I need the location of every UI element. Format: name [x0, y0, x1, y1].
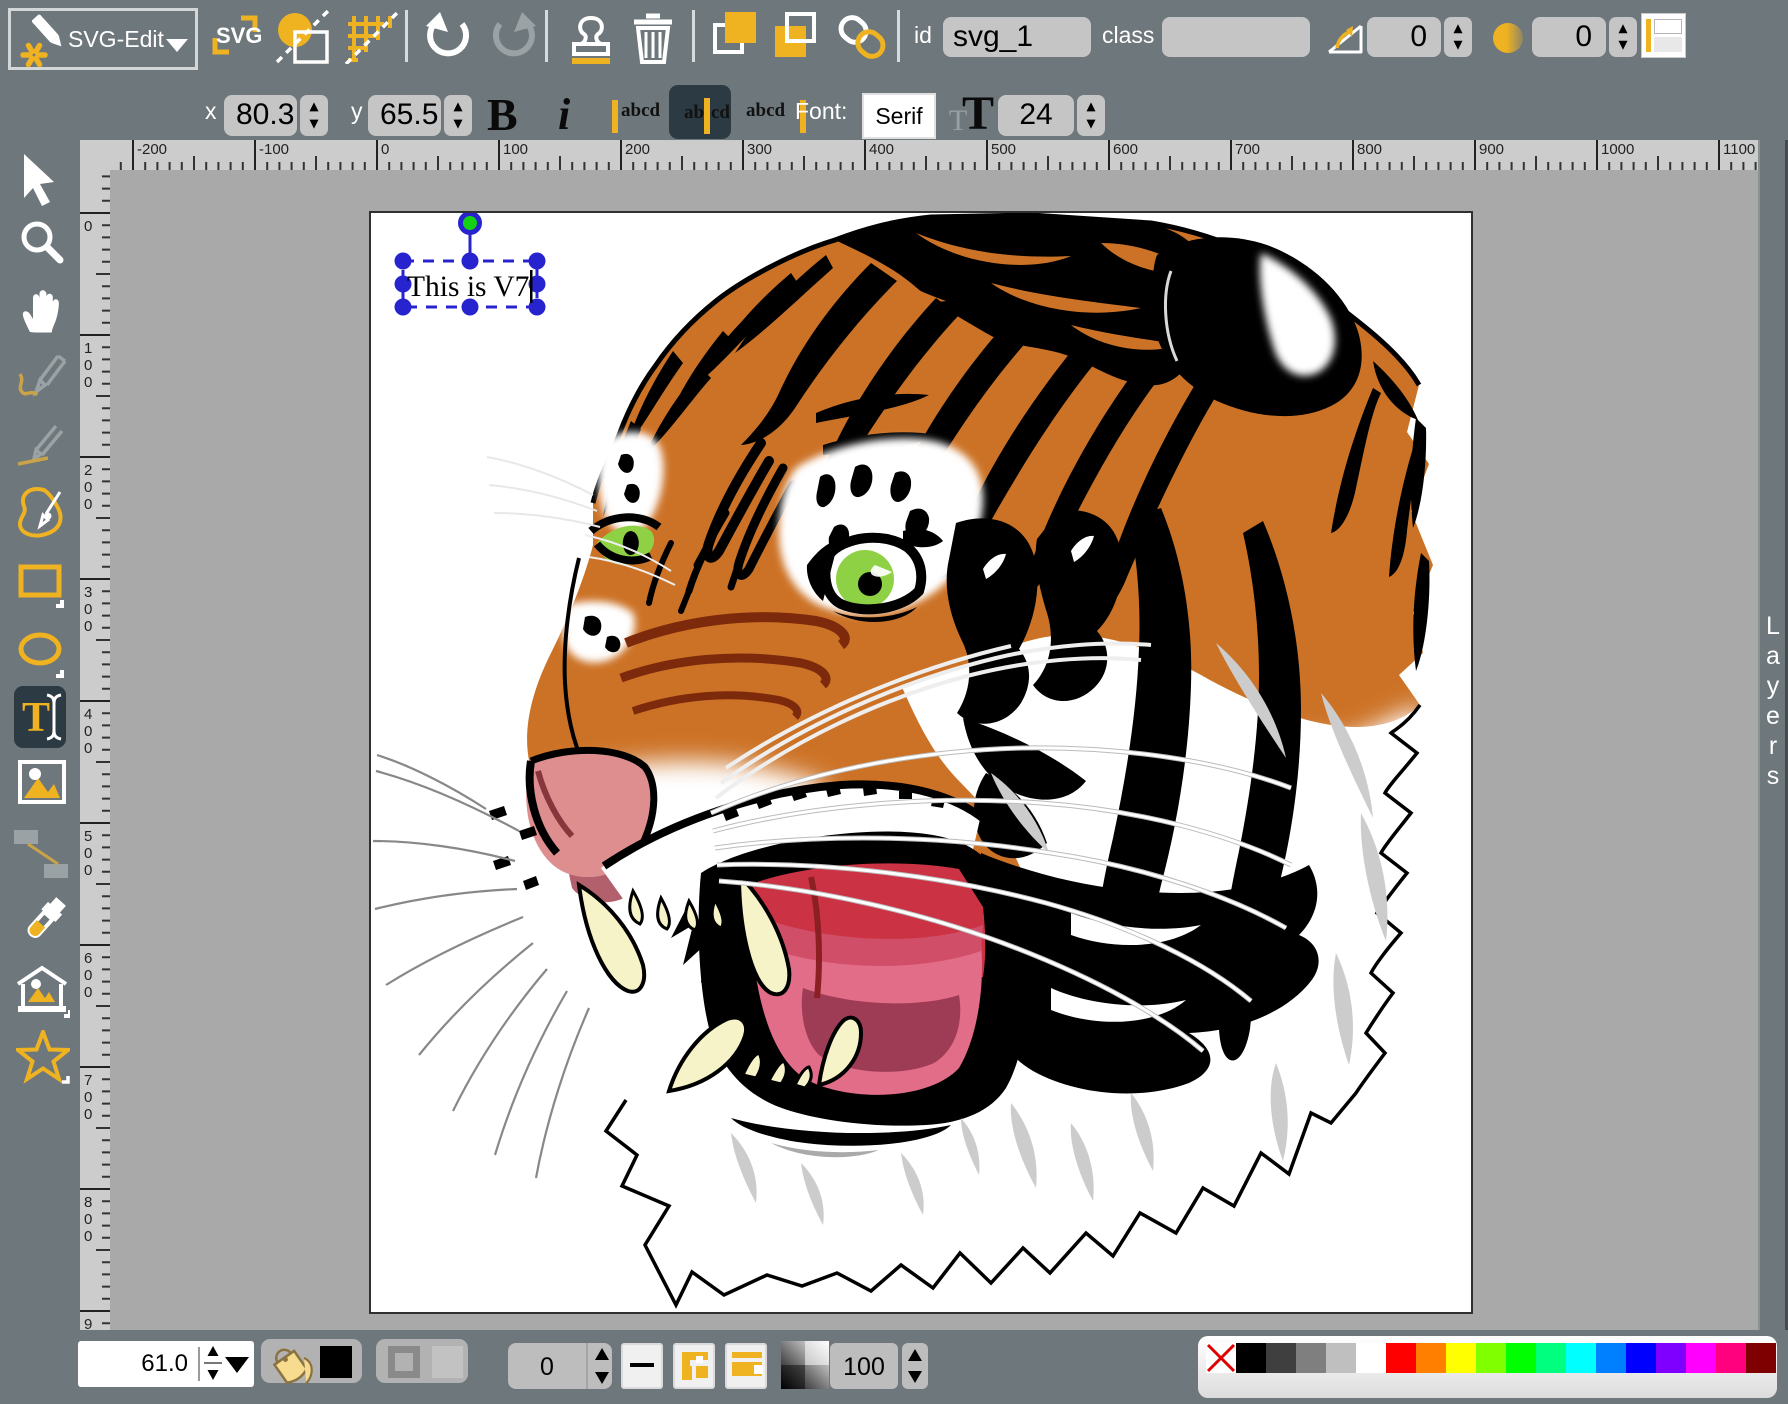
- svg-text:0: 0: [84, 357, 92, 374]
- svg-text:0: 0: [84, 1089, 92, 1106]
- svg-text:-200: -200: [137, 141, 167, 158]
- svg-text:0: 0: [84, 1211, 92, 1228]
- svg-text:700: 700: [1235, 141, 1260, 158]
- svg-text:0: 0: [84, 740, 92, 757]
- svg-text:0: 0: [84, 618, 92, 635]
- svg-text:7: 7: [84, 1072, 92, 1089]
- svg-text:This is V7: This is V7: [407, 271, 529, 303]
- svg-text:SVG: SVG: [216, 23, 261, 48]
- svg-text:SVG-Edit: SVG-Edit: [68, 26, 164, 52]
- svg-text:900: 900: [1479, 141, 1504, 158]
- svg-text:1000: 1000: [1601, 141, 1634, 158]
- svg-text:2: 2: [84, 462, 92, 479]
- svg-text:4: 4: [84, 706, 92, 723]
- svg-text:1100: 1100: [1723, 141, 1755, 158]
- svg-text:0: 0: [84, 374, 92, 391]
- svg-text:0: 0: [84, 984, 92, 1001]
- svg-text:400: 400: [869, 141, 894, 158]
- svg-text:0: 0: [84, 479, 92, 496]
- svg-text:600: 600: [1113, 141, 1138, 158]
- svg-text:1: 1: [84, 340, 92, 357]
- svg-text:3: 3: [84, 584, 92, 601]
- svg-text:0: 0: [84, 1228, 92, 1245]
- svg-text:0: 0: [84, 1106, 92, 1123]
- svg-text:9: 9: [84, 1316, 92, 1330]
- svg-text:200: 200: [625, 141, 650, 158]
- svg-text:0: 0: [84, 218, 92, 235]
- svg-text:8: 8: [84, 1194, 92, 1211]
- svg-text:0: 0: [381, 141, 389, 158]
- svg-text:100: 100: [503, 141, 528, 158]
- svg-text:-100: -100: [259, 141, 289, 158]
- svg-text:0: 0: [84, 845, 92, 862]
- svg-text:0: 0: [84, 967, 92, 984]
- svg-text:0: 0: [84, 496, 92, 513]
- svg-text:6: 6: [84, 950, 92, 967]
- svg-text:300: 300: [747, 141, 772, 158]
- svg-text:5: 5: [84, 828, 92, 845]
- svg-text:500: 500: [991, 141, 1016, 158]
- svg-text:0: 0: [84, 862, 92, 879]
- svg-text:0: 0: [84, 723, 92, 740]
- svg-text:0: 0: [84, 601, 92, 618]
- svg-text:800: 800: [1357, 141, 1382, 158]
